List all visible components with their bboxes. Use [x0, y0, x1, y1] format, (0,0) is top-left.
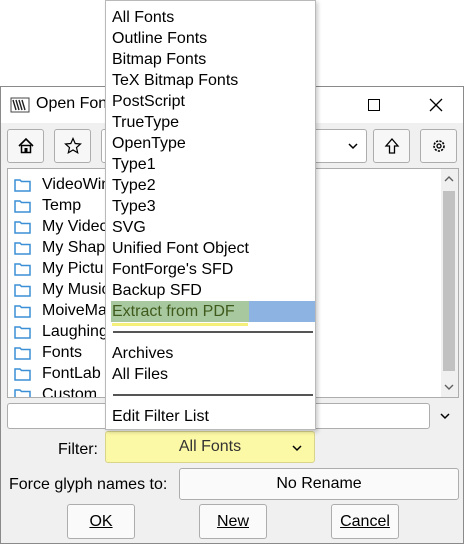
cancel-button[interactable]: Cancel	[331, 504, 399, 539]
maximize-icon	[368, 99, 380, 111]
list-item[interactable]: Temp	[14, 195, 81, 216]
menu-item-outline-fonts[interactable]: Outline Fonts	[112, 28, 207, 49]
folder-icon	[14, 283, 31, 297]
file-name: Laughing	[42, 322, 108, 340]
scroll-thumb[interactable]	[443, 191, 455, 371]
menu-item-type1[interactable]: Type1	[112, 154, 156, 175]
file-name: My Pictu	[42, 259, 104, 277]
folder-icon	[14, 346, 31, 360]
menu-item-bitmap-fonts[interactable]: Bitmap Fonts	[112, 49, 206, 70]
menu-item-tex-bitmap-fonts[interactable]: TeX Bitmap Fonts	[112, 70, 238, 91]
list-item[interactable]: Laughing	[14, 321, 108, 342]
home-icon	[17, 137, 34, 154]
cancel-label: Cancel	[340, 512, 390, 530]
filter-combo[interactable]: All Fonts	[105, 431, 315, 463]
rename-value: No Rename	[276, 475, 362, 492]
list-item[interactable]: My Shape	[14, 237, 114, 258]
chevron-down-icon	[440, 413, 450, 420]
list-item[interactable]: Custom	[14, 384, 98, 398]
file-name: Temp	[42, 196, 82, 214]
folder-icon	[14, 220, 31, 234]
ok-label: OK	[89, 512, 113, 530]
file-name: My Shape	[42, 238, 115, 256]
home-button[interactable]	[7, 129, 44, 163]
vertical-scrollbar[interactable]	[441, 169, 458, 397]
list-item[interactable]: My Pictu	[14, 258, 103, 279]
list-item[interactable]: My Video	[14, 216, 108, 237]
scroll-up-icon[interactable]	[444, 175, 454, 183]
maximize-button[interactable]	[351, 87, 397, 123]
menu-item-archives[interactable]: Archives	[112, 343, 173, 364]
menu-item-type3[interactable]: Type3	[112, 196, 156, 217]
folder-icon	[14, 325, 31, 339]
file-name: VideoWin	[42, 175, 111, 193]
menu-item-backup-sfd[interactable]: Backup SFD	[112, 280, 202, 301]
file-name: MoiveMa	[42, 301, 107, 319]
rename-combo[interactable]: No Rename	[179, 468, 459, 500]
filter-label: Filter:	[58, 441, 98, 458]
scroll-down-icon[interactable]	[444, 383, 454, 391]
list-item[interactable]: VideoWin	[14, 174, 110, 195]
menu-item-fontforge-sfd[interactable]: FontForge's SFD	[112, 259, 233, 280]
menu-item-type2[interactable]: Type2	[112, 175, 156, 196]
menu-item-all-files[interactable]: All Files	[112, 364, 168, 385]
settings-button[interactable]	[420, 129, 457, 163]
parent-directory-button[interactable]	[373, 129, 410, 163]
folder-icon	[14, 241, 31, 255]
menu-item-all-fonts[interactable]: All Fonts	[112, 7, 174, 28]
file-name: My Music	[42, 280, 110, 298]
list-item[interactable]: Fonts	[14, 342, 82, 363]
chevron-down-icon	[348, 143, 358, 150]
folder-icon	[14, 262, 31, 276]
up-arrow-icon	[384, 138, 399, 154]
chevron-down-icon	[292, 445, 302, 452]
new-button[interactable]: New	[199, 504, 267, 539]
folder-icon	[14, 367, 31, 381]
menu-separator	[113, 331, 313, 333]
file-name: My Video	[42, 217, 109, 235]
gear-icon	[432, 140, 445, 152]
marker-underline	[112, 323, 248, 326]
file-name: Custom	[42, 385, 98, 398]
list-item[interactable]: My Music	[14, 279, 110, 300]
star-icon	[63, 137, 82, 155]
new-label: New	[216, 512, 249, 530]
menu-separator	[113, 394, 313, 396]
rename-label: Force glyph names to:	[9, 476, 168, 493]
folder-icon	[14, 388, 31, 397]
window-title: Open Font	[36, 95, 112, 112]
file-name: Fonts	[42, 343, 83, 361]
list-item[interactable]: MoiveMa	[14, 300, 107, 321]
menu-item-opentype[interactable]: OpenType	[112, 133, 186, 154]
file-name: FontLab	[42, 364, 101, 382]
filename-history-dropdown[interactable]	[433, 403, 457, 429]
folder-icon	[14, 199, 31, 213]
menu-item-unified-font-object[interactable]: Unified Font Object	[112, 238, 249, 259]
folder-icon	[14, 178, 31, 192]
menu-item-postscript[interactable]: PostScript	[112, 91, 185, 112]
bookmark-button[interactable]	[54, 129, 91, 163]
list-item[interactable]: FontLab	[14, 363, 101, 384]
filter-value: All Fonts	[178, 438, 242, 455]
menu-item-svg[interactable]: SVG	[112, 217, 146, 238]
filter-dropdown-menu[interactable]: All Fonts Outline Fonts Bitmap Fonts TeX…	[105, 0, 316, 430]
ok-button[interactable]: OK	[67, 504, 135, 539]
menu-item-truetype[interactable]: TrueType	[112, 112, 179, 133]
fontforge-app-icon	[10, 97, 30, 113]
close-button[interactable]	[413, 87, 459, 123]
menu-item-edit-filter-list[interactable]: Edit Filter List	[112, 406, 209, 427]
folder-icon	[14, 304, 31, 318]
menu-item-extract-from-pdf[interactable]: Extract from PDF	[112, 301, 235, 322]
close-icon	[429, 98, 443, 112]
